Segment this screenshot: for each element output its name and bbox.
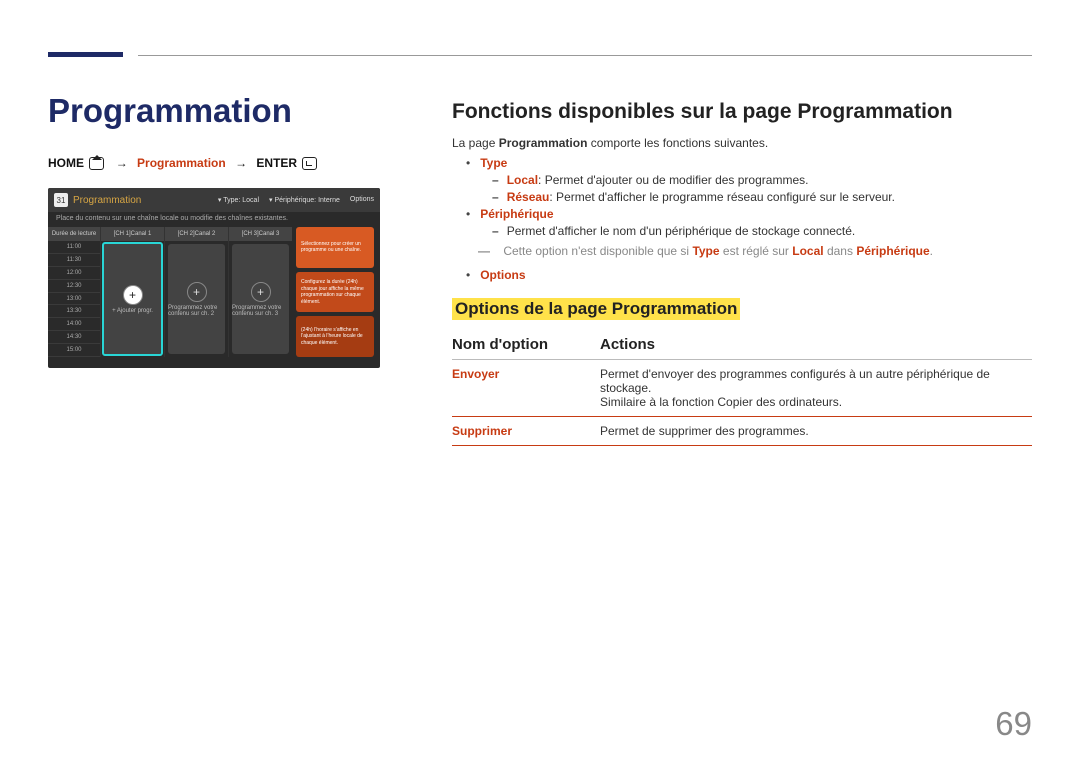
time-cell: 14:00: [48, 318, 100, 331]
channel-slot-active[interactable]: + + Ajouter progr.: [102, 242, 163, 356]
plus-icon: +: [251, 282, 271, 302]
table-header-row: Nom d'option Actions: [452, 330, 1032, 360]
plus-icon: +: [123, 285, 143, 305]
table-row: Envoyer Permet d'envoyer des programmes …: [452, 360, 1032, 417]
arrow-icon: →: [235, 156, 247, 170]
channel-head: [CH 3]Canal 3: [229, 227, 292, 241]
breadcrumb-enter: ENTER: [256, 156, 297, 170]
channel-slot[interactable]: + Programmez votre contenu sur ch. 2: [168, 244, 225, 354]
bullet-label: Options: [480, 268, 525, 282]
time-cell: 11:30: [48, 254, 100, 267]
time-cell: 12:00: [48, 267, 100, 280]
channel-head: [CH 2]Canal 2: [165, 227, 228, 241]
shot-header: 31 Programmation ▾ Type: Local ▾ Périphé…: [48, 188, 380, 212]
tv-screenshot: 31 Programmation ▾ Type: Local ▾ Périphé…: [48, 188, 380, 368]
channel-slot[interactable]: + Programmez votre contenu sur ch. 3: [232, 244, 289, 354]
intro-pre: La page: [452, 136, 499, 150]
channel-slot-label: Programmez votre contenu sur ch. 2: [168, 305, 225, 317]
time-column: Durée de lecture 11:00 11:30 12:00 12:30…: [48, 227, 100, 357]
side-card: Configurez la durée (24h) chaque jour af…: [296, 272, 374, 313]
bullet-label: Type: [480, 156, 507, 170]
intro-bold: Programmation: [499, 136, 588, 150]
time-cell: 13:00: [48, 293, 100, 306]
side-cards: Sélectionnez pour créer un programme ou …: [296, 227, 374, 357]
bullet-periph: Périphérique: [452, 207, 1032, 221]
calendar-icon: 31: [54, 193, 68, 207]
page-title: Programmation: [48, 92, 292, 130]
channel-column-3: [CH 3]Canal 3 + Programmez votre contenu…: [228, 227, 292, 357]
time-cell: 11:00: [48, 241, 100, 254]
subsection-heading: Options de la page Programmation: [452, 298, 740, 320]
time-cell: 15:00: [48, 344, 100, 357]
shot-title: Programmation: [73, 195, 141, 206]
intro-post: comporte les fonctions suivantes.: [587, 136, 768, 150]
breadcrumb-home: HOME: [48, 156, 84, 170]
shot-body: Durée de lecture 11:00 11:30 12:00 12:30…: [48, 227, 380, 357]
enter-icon: [302, 157, 317, 170]
bullet-periph-note: Cette option n'est disponible que si Typ…: [478, 244, 1032, 258]
breadcrumb: HOME → Programmation → ENTER: [48, 156, 319, 170]
bullet-periph-line: Permet d'afficher le nom d'un périphériq…: [492, 224, 1032, 238]
shot-menu-periph: ▾ Périphérique: Interne: [269, 196, 340, 204]
option-action: Permet de supprimer des programmes.: [600, 417, 1032, 446]
breadcrumb-programmation: Programmation: [137, 156, 226, 170]
bullet-type-reseau: Réseau: Permet d'afficher le programme r…: [492, 190, 1032, 204]
section-heading: Fonctions disponibles sur la page Progra…: [452, 100, 953, 124]
page-number: 69: [995, 705, 1032, 743]
side-card: (24h) l’horaire s’affiche en l’ajustant …: [296, 316, 374, 357]
manual-page: Programmation HOME → Programmation → ENT…: [0, 0, 1080, 763]
side-card: Sélectionnez pour créer un programme ou …: [296, 227, 374, 268]
options-table: Nom d'option Actions Envoyer Permet d'en…: [452, 330, 1032, 446]
time-cell: 13:30: [48, 305, 100, 318]
time-header: Durée de lecture: [48, 227, 100, 241]
channel-column-1: [CH 1]Canal 1 + + Ajouter progr.: [100, 227, 164, 357]
time-cell: 14:30: [48, 331, 100, 344]
option-name: Envoyer: [452, 360, 600, 417]
channel-column-2: [CH 2]Canal 2 + Programmez votre contenu…: [164, 227, 228, 357]
bullet-label: Périphérique: [480, 207, 553, 221]
rule-long: [138, 55, 1032, 56]
arrow-icon: →: [116, 156, 128, 170]
option-action: Permet d'envoyer des programmes configur…: [600, 360, 1032, 417]
table-row: Supprimer Permet de supprimer des progra…: [452, 417, 1032, 446]
channel-slot-label: + Ajouter progr.: [112, 308, 153, 314]
shot-sub: Place du contenu sur une chaîne locale o…: [48, 212, 380, 227]
home-icon: [89, 157, 104, 170]
shot-menu: ▾ Type: Local ▾ Périphérique: Interne Op…: [218, 196, 374, 204]
bullet-options: Options: [452, 268, 1032, 282]
table-col-nom: Nom d'option: [452, 330, 600, 360]
channel-head: [CH 1]Canal 1: [101, 227, 164, 241]
option-name: Supprimer: [452, 417, 600, 446]
channel-slot-label: Programmez votre contenu sur ch. 3: [232, 305, 289, 317]
rule-short: [48, 52, 123, 57]
bullet-type: Type: [452, 156, 1032, 170]
table-col-actions: Actions: [600, 330, 1032, 360]
intro-line: La page Programmation comporte les fonct…: [452, 136, 768, 150]
time-cell: 12:30: [48, 280, 100, 293]
bullet-list: Type Local: Permet d'ajouter ou de modif…: [452, 156, 1032, 285]
shot-menu-type: ▾ Type: Local: [218, 196, 259, 204]
bullet-type-local: Local: Permet d'ajouter ou de modifier d…: [492, 173, 1032, 187]
plus-icon: +: [187, 282, 207, 302]
shot-menu-options: Options: [350, 196, 374, 204]
